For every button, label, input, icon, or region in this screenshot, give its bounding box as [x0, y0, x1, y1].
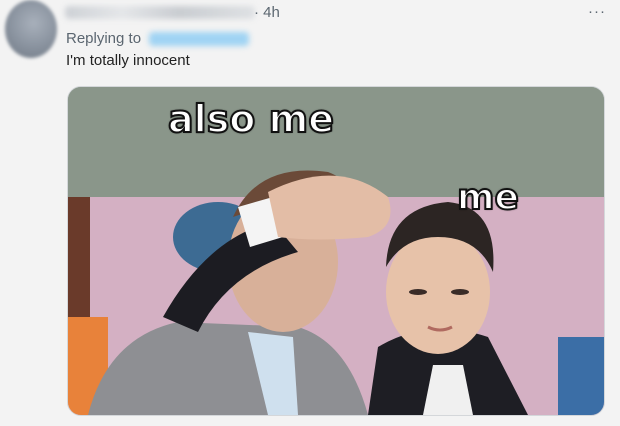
- tweet-text: I'm totally innocent: [66, 52, 190, 69]
- timestamp[interactable]: · 4h: [254, 4, 280, 21]
- caption-also-me: also me: [167, 96, 335, 142]
- meme-photo: [68, 87, 604, 415]
- replying-to: Replying to: [66, 30, 250, 47]
- avatar[interactable]: [5, 0, 57, 58]
- right-person-face: [386, 230, 490, 354]
- caption-me: me: [456, 176, 520, 219]
- tweet-image[interactable]: also me me: [67, 86, 605, 416]
- blurred-reply-handle[interactable]: [149, 32, 250, 47]
- blurred-username[interactable]: [65, 6, 255, 19]
- replying-to-label: Replying to: [66, 30, 142, 47]
- more-options-icon[interactable]: ···: [588, 3, 606, 20]
- blurred-right-figure: [558, 337, 604, 415]
- tweet[interactable]: · 4h ··· Replying to I'm totally innocen…: [0, 0, 620, 426]
